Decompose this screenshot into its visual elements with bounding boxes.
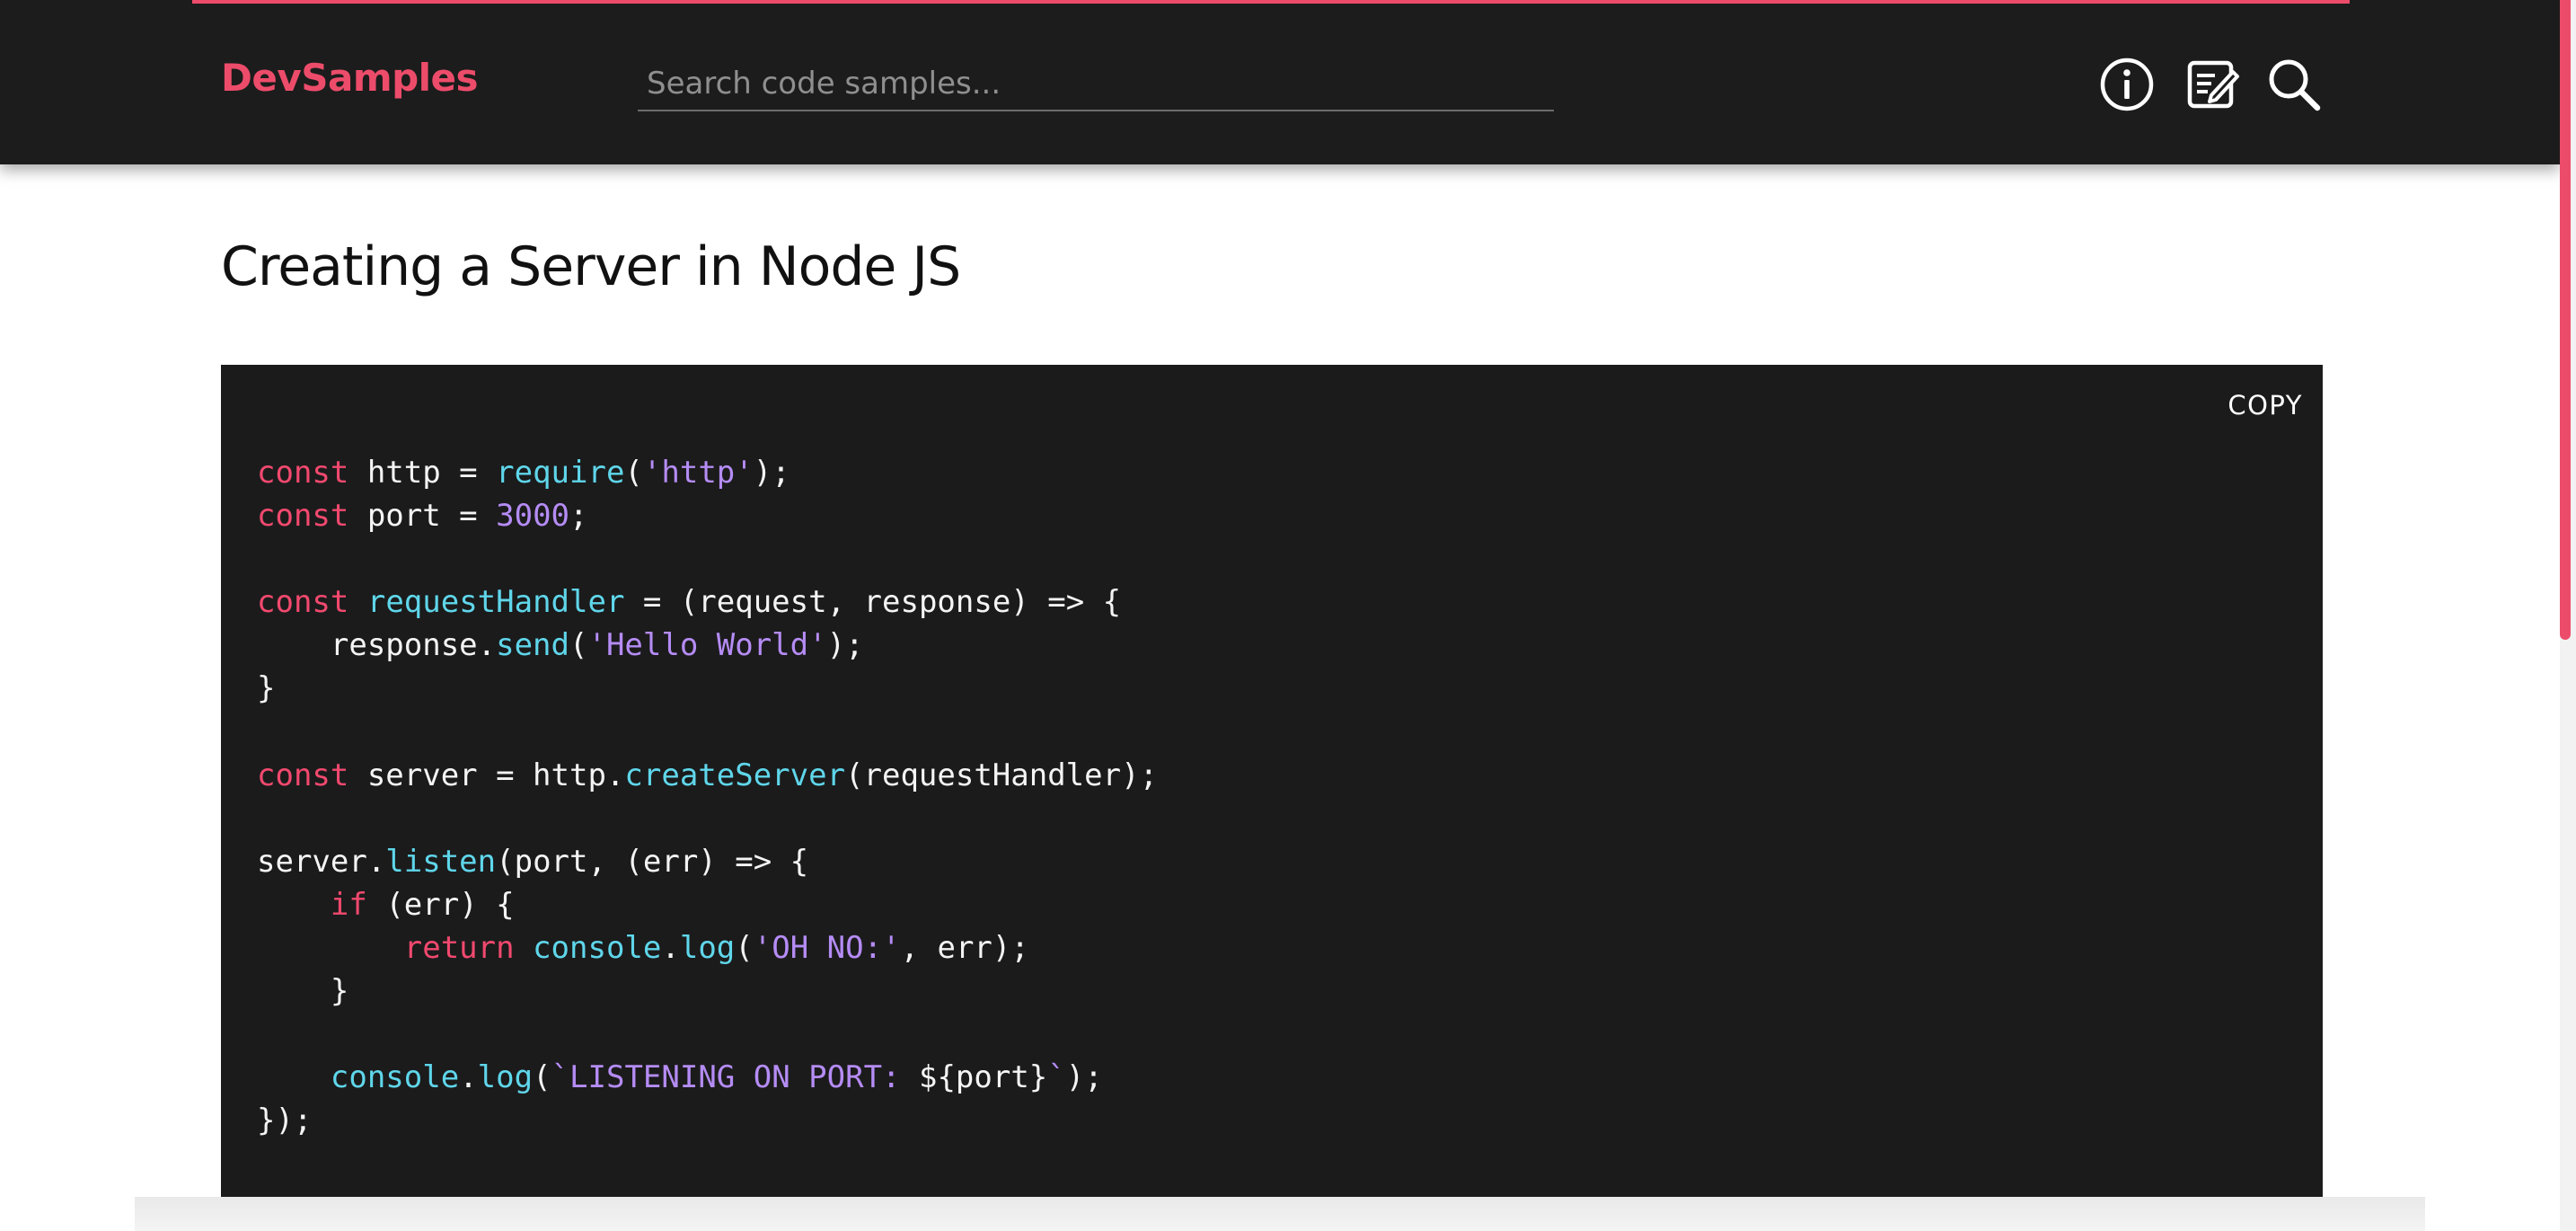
code-token-plain: server = http. (348, 757, 625, 793)
code-line: server.listen(port, (err) => { (257, 840, 1158, 883)
code-token-func: console (533, 930, 662, 967)
code-token-plain: (err) { (366, 886, 515, 923)
code-token-func: send (496, 627, 569, 664)
code-token-plain: ( (735, 930, 754, 967)
code-token-keyword: if (330, 886, 367, 923)
notepad-icon (2187, 60, 2239, 109)
code-token-plain: ( (533, 1059, 551, 1096)
code-token-plain: response. (257, 627, 497, 664)
code-token-plain: ${port} (918, 1059, 1048, 1096)
code-token-func: requestHandler (366, 584, 625, 621)
code-token-plain: (requestHandler); (845, 757, 1159, 793)
code-token-plain: ); (753, 455, 790, 491)
code-block[interactable]: const http = require('http'); const port … (257, 451, 1158, 1143)
code-line: const server = http.createServer(request… (257, 754, 1158, 797)
code-token-plain: ); (1065, 1059, 1103, 1096)
code-line: } (257, 970, 1158, 1013)
code-token-plain: ( (624, 455, 643, 491)
code-token-string: 'OH NO:' (753, 930, 901, 967)
page-footer-shadow (135, 1197, 2425, 1231)
code-token-plain: ; (569, 498, 588, 535)
copy-button[interactable]: COPY (2228, 386, 2303, 424)
code-token-plain: }); (257, 1103, 313, 1139)
brand-logo[interactable]: DevSamples (221, 56, 479, 100)
code-line: console.log(`LISTENING ON PORT: ${port}`… (257, 1056, 1158, 1099)
code-token-string: `LISTENING ON PORT: (551, 1059, 919, 1096)
code-line: }); (257, 1099, 1158, 1142)
top-accent-bar (192, 0, 2350, 4)
code-token-plain: } (257, 973, 349, 1010)
code-token-plain: } (257, 670, 276, 707)
info-icon (2100, 58, 2154, 111)
code-sample-card: COPY const http = require('http'); const … (221, 365, 2323, 1197)
code-line: const requestHandler = (request, respons… (257, 580, 1158, 624)
search-icon (2269, 59, 2321, 111)
code-token-keyword: const (257, 455, 349, 491)
code-token-plain: , err); (900, 930, 1029, 967)
code-token-func: log (679, 930, 736, 967)
code-token-keyword: const (257, 757, 349, 793)
code-token-plain: = (request, response) => { (624, 584, 1122, 621)
code-token-func: console (330, 1059, 460, 1096)
code-token-plain: . (661, 930, 680, 967)
code-line: response.send('Hello World'); (257, 624, 1158, 667)
page-title: Creating a Server in Node JS (221, 235, 961, 298)
code-token-keyword: const (257, 584, 349, 621)
info-button[interactable] (2098, 56, 2156, 113)
code-token-func: require (496, 455, 625, 491)
code-token-plain: ( (569, 627, 588, 664)
code-token-func: listen (385, 843, 497, 880)
scrollbar-thumb[interactable] (2560, 0, 2571, 640)
code-line: const port = 3000; (257, 494, 1158, 537)
code-line: if (err) { (257, 883, 1158, 926)
code-token-plain: . (459, 1059, 478, 1096)
code-token-number: 3000 (496, 498, 570, 535)
search-input[interactable] (638, 58, 1554, 111)
code-token-string: 'http' (642, 455, 754, 491)
samples-button[interactable] (2184, 56, 2242, 113)
code-token-func: createServer (624, 757, 846, 793)
code-token-plain: http = (348, 455, 497, 491)
code-token-string: ` (1047, 1059, 1066, 1096)
code-token-plain: (port, (err) => { (496, 843, 809, 880)
code-line: return console.log('OH NO:', err); (257, 926, 1158, 970)
code-token-string: 'Hello World' (587, 627, 827, 664)
code-token-plain: server. (257, 843, 386, 880)
code-token-plain: port = (348, 498, 497, 535)
code-token-plain: ); (826, 627, 864, 664)
top-navbar: DevSamples (0, 0, 2560, 164)
code-line: const http = require('http'); (257, 451, 1158, 494)
code-line: } (257, 667, 1158, 710)
search-button[interactable] (2265, 56, 2323, 113)
code-token-keyword: const (257, 498, 349, 535)
code-token-keyword: return (403, 930, 515, 967)
code-token-func: log (477, 1059, 534, 1096)
